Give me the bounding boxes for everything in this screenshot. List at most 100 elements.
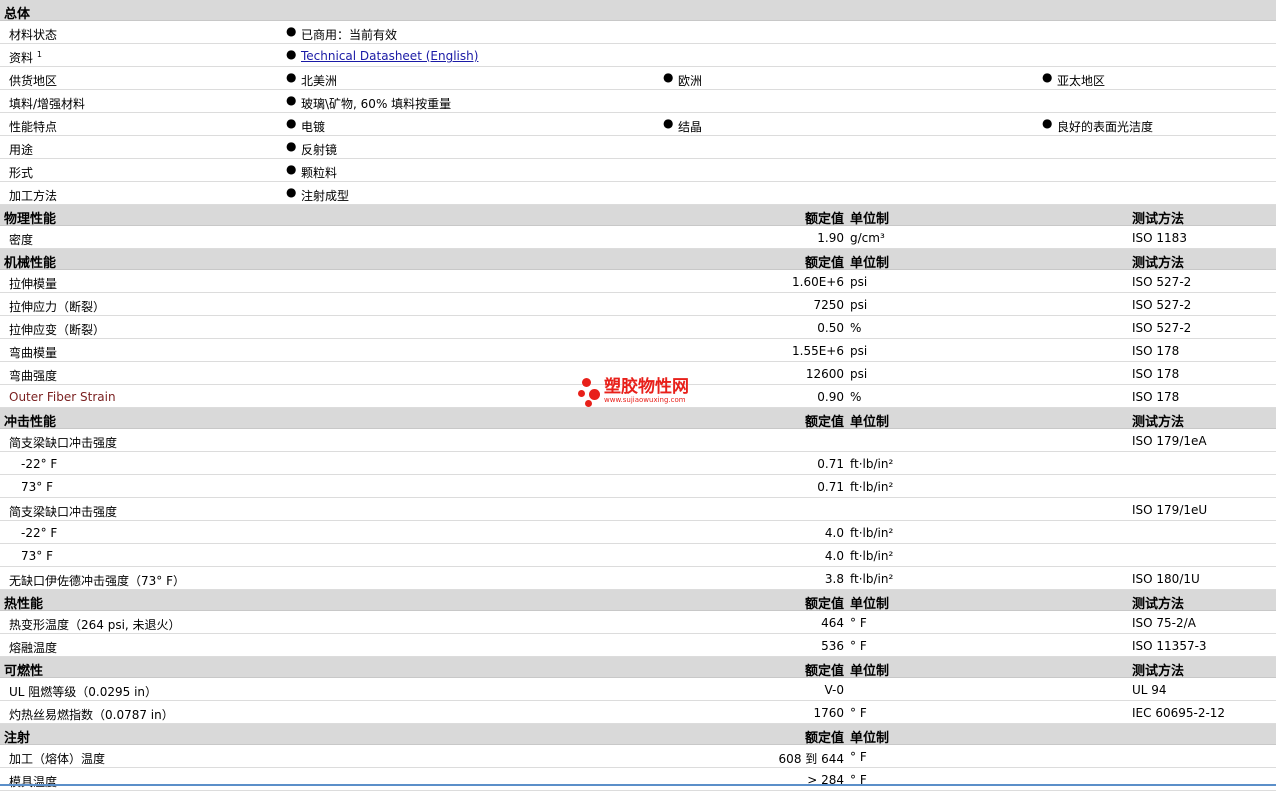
prop-unit: ° F (850, 750, 867, 764)
prop-row: 加工（熔体）温度 608 到 644 ° F (0, 745, 1276, 768)
col-header-unit: 单位制 (850, 731, 890, 746)
prop-method: ISO 180/1U (1132, 572, 1200, 586)
bullet-icon: ● (286, 116, 297, 130)
prop-label: 拉伸应变（断裂） (9, 323, 106, 337)
prop-sublabel: -22° F (21, 526, 58, 540)
prop-value: 12600 (805, 367, 844, 381)
col-header-value: 额定值 (804, 415, 844, 430)
prop-label: UL 阻燃等级（0.0295 in） (9, 685, 158, 699)
section-title: 注射 (4, 731, 31, 746)
prop-value: 0.90 (817, 390, 844, 404)
section-physical-header: 物理性能 额定值 单位制 测试方法 (0, 205, 1276, 227)
row-value: 颗粒料 (301, 166, 338, 180)
prop-value: 0.71 (817, 457, 844, 471)
row-label: 供货地区 (9, 74, 58, 88)
prop-unit: % (850, 390, 862, 404)
feature-item: 电镀 (301, 120, 326, 134)
prop-method: ISO 178 (1132, 367, 1180, 381)
datasheet-link[interactable]: Technical Datasheet (English) (301, 49, 478, 63)
watermark-dots-icon (578, 378, 604, 408)
col-header-value: 额定值 (804, 212, 844, 227)
row-documents: 资料 1 ● Technical Datasheet (English) (0, 44, 1276, 67)
prop-unit: ft·lb/in² (850, 526, 894, 540)
row-supply-region: 供货地区 ● 北美洲 ● 欧洲 ● 亚太地区 (0, 67, 1276, 90)
prop-label: 灼热丝易燃指数（0.0787 in） (9, 708, 174, 722)
col-header-unit: 单位制 (850, 664, 890, 679)
prop-row: 弯曲模量 1.55E+6 psi ISO 178 (0, 339, 1276, 362)
prop-value: 1.60E+6 (792, 275, 844, 289)
section-injection-header: 注射 额定值 单位制 (0, 724, 1276, 746)
col-header-method: 测试方法 (1132, 212, 1185, 227)
prop-unit: % (850, 321, 862, 335)
prop-method: ISO 178 (1132, 344, 1180, 358)
prop-row: UL 阻燃等级（0.0295 in） V-0 UL 94 (0, 678, 1276, 701)
prop-unit: ° F (850, 639, 867, 653)
row-value: 玻璃\矿物, 60% 填料按重量 (301, 97, 452, 111)
prop-label: 弯曲模量 (9, 346, 58, 360)
bullet-icon: ● (286, 162, 297, 176)
section-title: 机械性能 (4, 256, 57, 271)
row-value: 反射镜 (301, 143, 338, 157)
row-label: 加工方法 (9, 189, 58, 203)
prop-sub-row: 73° F 0.71 ft·lb/in² (0, 475, 1276, 498)
prop-label: 加工（熔体）温度 (9, 752, 106, 766)
prop-sublabel: 73° F (21, 549, 53, 563)
col-header-value: 额定值 (804, 256, 844, 271)
prop-value: 608 到 644 (778, 752, 844, 766)
prop-unit: psi (850, 298, 868, 312)
section-title: 冲击性能 (4, 415, 57, 430)
row-form: 形式 ● 颗粒料 (0, 159, 1276, 182)
prop-sublabel: 73° F (21, 480, 53, 494)
bullet-icon: ● (286, 139, 297, 153)
row-label: 材料状态 (9, 28, 58, 42)
prop-value: 464 (821, 616, 844, 630)
prop-unit: ft·lb/in² (850, 572, 894, 586)
section-impact-header: 冲击性能 额定值 单位制 测试方法 (0, 408, 1276, 430)
prop-label: 拉伸应力（断裂） (9, 300, 106, 314)
prop-label: 熔融温度 (9, 641, 58, 655)
prop-sublabel: -22° F (21, 457, 58, 471)
watermark-logo: 塑胶物性网 www.sujiaowuxing.com (578, 378, 689, 408)
row-label: 用途 (9, 143, 34, 157)
prop-label: 无缺口伊佐德冲击强度（73° F） (9, 574, 185, 588)
prop-value: 536 (821, 639, 844, 653)
prop-unit: ft·lb/in² (850, 480, 894, 494)
col-header-unit: 单位制 (850, 597, 890, 612)
region-item: 亚太地区 (1057, 74, 1106, 88)
row-label: 形式 (9, 166, 34, 180)
prop-value: 1.55E+6 (792, 344, 844, 358)
prop-row: 拉伸应力（断裂） 7250 psi ISO 527-2 (0, 293, 1276, 316)
prop-method: ISO 11357-3 (1132, 639, 1207, 653)
section-thermal-header: 热性能 额定值 单位制 测试方法 (0, 590, 1276, 612)
section-mechanical-header: 机械性能 额定值 单位制 测试方法 (0, 249, 1276, 271)
col-header-value: 额定值 (804, 731, 844, 746)
col-header-value: 额定值 (804, 664, 844, 679)
prop-group-row: 简支梁缺口冲击强度 ISO 179/1eA (0, 429, 1276, 452)
bullet-icon: ● (1042, 70, 1053, 84)
prop-value: 0.71 (817, 480, 844, 494)
prop-sub-row: -22° F 4.0 ft·lb/in² (0, 521, 1276, 544)
col-header-method: 测试方法 (1132, 664, 1185, 679)
section-flammability-header: 可燃性 额定值 单位制 测试方法 (0, 657, 1276, 679)
row-filler: 填料/增强材料 ● 玻璃\矿物, 60% 填料按重量 (0, 90, 1276, 113)
prop-label: 弯曲强度 (9, 369, 58, 383)
col-header-unit: 单位制 (850, 212, 890, 227)
prop-label: 热变形温度（264 psi, 未退火） (9, 618, 181, 632)
prop-row: 拉伸应变（断裂） 0.50 % ISO 527-2 (0, 316, 1276, 339)
prop-value: 7250 (813, 298, 844, 312)
prop-method: ISO 179/1eA (1132, 434, 1207, 448)
prop-value: 0.50 (817, 321, 844, 335)
prop-unit: ° F (850, 706, 867, 720)
col-header-method: 测试方法 (1132, 415, 1185, 430)
prop-row: 拉伸模量 1.60E+6 psi ISO 527-2 (0, 270, 1276, 293)
row-material-status: 材料状态 ● 已商用：当前有效 (0, 21, 1276, 44)
prop-row: 熔融温度 536 ° F ISO 11357-3 (0, 634, 1276, 657)
region-item: 北美洲 (301, 74, 338, 88)
bullet-icon: ● (286, 70, 297, 84)
prop-value: 3.8 (824, 572, 844, 586)
prop-row: 热变形温度（264 psi, 未退火） 464 ° F ISO 75-2/A (0, 611, 1276, 634)
prop-unit: psi (850, 275, 868, 289)
prop-label: 简支梁缺口冲击强度 (9, 505, 118, 519)
prop-label: 密度 (9, 233, 34, 247)
prop-method: ISO 179/1eU (1132, 503, 1208, 517)
